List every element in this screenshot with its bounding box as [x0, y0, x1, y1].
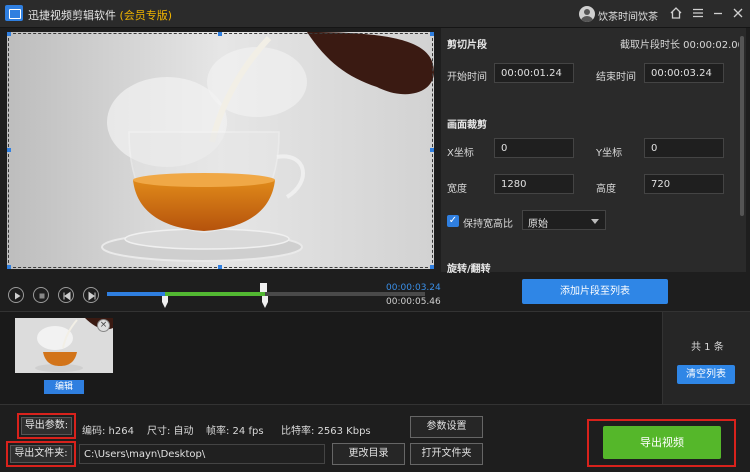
clear-list-button[interactable]: 清空列表 [677, 365, 735, 384]
remove-clip-close-icon[interactable]: × [97, 319, 110, 332]
height-input[interactable]: 720 [644, 174, 724, 194]
user-avatar[interactable] [579, 6, 595, 22]
end-time-label: 结束时间 [596, 72, 636, 83]
menu-icon[interactable] [691, 6, 705, 20]
section-crop-title: 画面裁剪 [447, 120, 487, 131]
timeline-progress [107, 292, 165, 296]
add-clip-to-list-button[interactable]: 添加片段至列表 [522, 279, 668, 304]
app-logo-icon [5, 5, 23, 21]
bitrate-info: 比特率: 2563 Kbps [281, 426, 371, 437]
crop-handle-top[interactable] [218, 32, 222, 36]
params-settings-button[interactable]: 参数设置 [410, 416, 483, 438]
start-marker-handle[interactable] [162, 296, 168, 308]
crop-handle-bottom[interactable] [218, 265, 222, 269]
export-folder-path[interactable]: C:\Users\mayn\Desktop\ [79, 444, 325, 464]
stop-icon [39, 293, 45, 299]
aspect-ratio-select[interactable]: 原始 [522, 210, 606, 230]
keep-ratio-checkbox[interactable]: ✓ [447, 215, 459, 227]
end-time-input[interactable]: 00:00:03.24 [644, 63, 724, 83]
play-button[interactable] [8, 287, 24, 303]
export-folder-label: 导出文件夹: [10, 445, 72, 463]
home-icon[interactable] [669, 6, 683, 20]
clip-count: 共 1 条 [691, 342, 724, 353]
crop-handle-right[interactable] [430, 148, 434, 152]
playhead-handle[interactable] [260, 283, 267, 292]
height-label: 高度 [596, 184, 616, 195]
app-name: 迅捷视频剪辑软件 [28, 9, 116, 22]
minimize-icon[interactable] [711, 6, 725, 20]
width-input[interactable]: 1280 [494, 174, 574, 194]
export-params-label: 导出参数: [21, 417, 72, 435]
user-name[interactable]: 饮茶时间饮茶 [598, 8, 658, 23]
fps-info: 帧率: 24 fps [206, 426, 264, 437]
total-time: 00:00:05.46 [386, 297, 441, 307]
y-coord-input[interactable]: 0 [644, 138, 724, 158]
settings-scroll-thumb[interactable] [740, 36, 744, 216]
x-coord-label: X坐标 [447, 148, 474, 159]
x-coord-input[interactable]: 0 [494, 138, 574, 158]
current-time: 00:00:03.24 [386, 283, 441, 293]
clip-duration: 截取片段时长 00:00:02.00 [620, 40, 744, 51]
vip-edition-label: (会员专版) [119, 9, 173, 22]
play-icon [15, 292, 21, 300]
change-directory-button[interactable]: 更改目录 [332, 443, 405, 465]
title-bar: 迅捷视频剪辑软件 (会员专版) 饮茶时间饮茶 [0, 0, 750, 28]
open-folder-button[interactable]: 打开文件夹 [410, 443, 483, 465]
aspect-ratio-value: 原始 [528, 219, 548, 230]
video-preview[interactable] [7, 32, 434, 269]
crop-handle-top-left[interactable] [7, 32, 11, 36]
y-coord-label: Y坐标 [596, 148, 623, 159]
previous-frame-button[interactable] [58, 287, 74, 303]
section-cut-title: 剪切片段 [447, 40, 487, 51]
crop-handle-bottom-left[interactable] [7, 265, 11, 269]
app-title: 迅捷视频剪辑软件 (会员专版) [28, 7, 172, 23]
end-marker-handle[interactable] [262, 296, 268, 308]
crop-frame[interactable] [8, 33, 433, 268]
chevron-down-icon [591, 219, 599, 224]
section-rotate-title: 旋转/翻转 [447, 264, 491, 275]
timeline-selection [165, 292, 265, 296]
stop-button[interactable] [33, 287, 49, 303]
size-info: 尺寸: 自动 [147, 426, 194, 437]
clip-list-sidebar [662, 311, 750, 404]
next-frame-button[interactable] [83, 287, 99, 303]
codec-info: 编码: h264 [82, 426, 134, 437]
crop-handle-bottom-right[interactable] [430, 265, 434, 269]
step-back-icon [63, 291, 71, 301]
close-icon[interactable] [731, 6, 745, 20]
keep-ratio-label: 保持宽高比 [463, 219, 513, 230]
edit-clip-button[interactable]: 编辑 [44, 380, 84, 394]
crop-handle-left[interactable] [7, 148, 11, 152]
step-forward-icon [88, 291, 96, 301]
width-label: 宽度 [447, 184, 467, 195]
start-time-input[interactable]: 00:00:01.24 [494, 63, 574, 83]
start-time-label: 开始时间 [447, 72, 487, 83]
crop-handle-top-right[interactable] [430, 32, 434, 36]
export-video-button[interactable]: 导出视频 [603, 426, 721, 459]
